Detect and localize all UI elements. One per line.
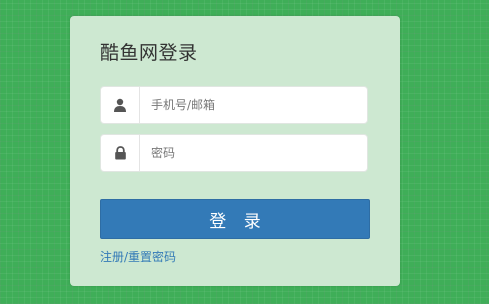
- login-button[interactable]: 登 录: [100, 199, 370, 239]
- login-panel: 酷鱼网登录 登 录 注册/重置密码: [70, 16, 400, 286]
- username-input[interactable]: [140, 87, 353, 123]
- password-input[interactable]: [140, 135, 353, 171]
- login-title: 酷鱼网登录: [100, 42, 198, 64]
- user-icon: [101, 87, 140, 123]
- username-field: [100, 86, 368, 124]
- login-page: { "login": { "title": "酷鱼网登录", "username…: [0, 0, 489, 304]
- lock-icon: [101, 135, 140, 171]
- register-reset-link[interactable]: 注册/重置密码: [100, 248, 176, 265]
- password-field: [100, 134, 368, 172]
